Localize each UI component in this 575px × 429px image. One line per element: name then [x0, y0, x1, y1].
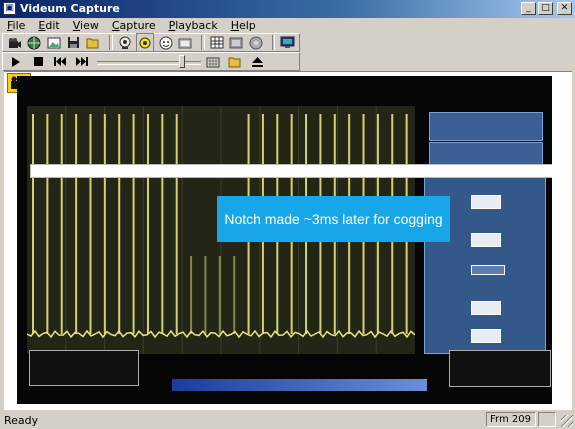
menu-view[interactable]: View	[66, 18, 105, 34]
record-icon[interactable]	[136, 33, 154, 52]
scope-status-box	[471, 265, 505, 275]
image-icon[interactable]	[46, 34, 62, 51]
window-controls: _ □ ✕	[521, 2, 572, 15]
video-top-strip	[30, 164, 552, 178]
screen-icon[interactable]	[279, 34, 295, 51]
camera-icon[interactable]	[7, 34, 23, 51]
disc-icon[interactable]	[248, 34, 264, 51]
save-icon[interactable]	[66, 34, 82, 51]
open-folder-icon[interactable]	[226, 53, 244, 70]
menu-bar: File Edit View Capture Playback Help	[0, 18, 575, 34]
eject-icon[interactable]	[248, 53, 266, 70]
annotation-callout: Notch made ~3ms later for cogging	[217, 196, 450, 242]
play-icon[interactable]	[7, 53, 25, 70]
menu-capture[interactable]: Capture	[105, 18, 162, 34]
close-button[interactable]: ✕	[557, 2, 572, 15]
scope-button	[471, 329, 501, 343]
face-icon[interactable]	[158, 34, 174, 51]
slider-track	[97, 61, 201, 65]
toolbar-separator	[108, 35, 113, 50]
capture-toolbar	[2, 33, 300, 52]
resize-grip[interactable]	[561, 415, 573, 427]
scope-button	[471, 301, 501, 315]
webcam-icon[interactable]	[117, 34, 133, 51]
auto-updates-bar	[172, 379, 427, 391]
toolbar-separator	[271, 35, 276, 50]
scope-button	[471, 233, 501, 247]
tv-icon[interactable]	[177, 34, 193, 51]
status-pane-empty	[538, 412, 556, 427]
grid-icon[interactable]	[209, 34, 225, 51]
rewind-icon[interactable]	[51, 53, 69, 70]
maximize-button[interactable]: □	[538, 2, 553, 15]
menu-file[interactable]: File	[0, 18, 31, 34]
open-folder-icon[interactable]	[85, 34, 101, 51]
status-bar: Ready Frm 209	[0, 410, 575, 429]
globe-icon[interactable]	[27, 34, 43, 51]
app-icon[interactable]: ▣	[3, 2, 16, 15]
toolbar-separator	[201, 35, 205, 50]
status-text: Ready	[4, 414, 39, 427]
playback-toolbar	[2, 52, 300, 71]
title-bar: ▣ Videum Capture _ □ ✕	[0, 0, 575, 18]
menu-help[interactable]: Help	[224, 18, 262, 34]
keyboard-icon[interactable]	[204, 53, 222, 70]
scope-channel-box	[29, 350, 139, 386]
scope-timebase-box	[449, 350, 551, 387]
minimize-button[interactable]: _	[521, 2, 536, 15]
scope-panel-top	[429, 112, 543, 141]
menu-playback[interactable]: Playback	[162, 18, 224, 34]
menu-edit[interactable]: Edit	[31, 18, 65, 34]
scope-button	[471, 195, 501, 209]
fast-forward-icon[interactable]	[73, 53, 91, 70]
slider-thumb[interactable]	[179, 55, 185, 68]
stop-icon[interactable]	[29, 53, 47, 70]
right-margin	[556, 72, 572, 408]
film-icon[interactable]	[228, 34, 244, 51]
playback-slider[interactable]	[97, 53, 201, 70]
window-title: Videum Capture	[20, 2, 120, 15]
frame-counter: Frm 209	[486, 412, 536, 427]
